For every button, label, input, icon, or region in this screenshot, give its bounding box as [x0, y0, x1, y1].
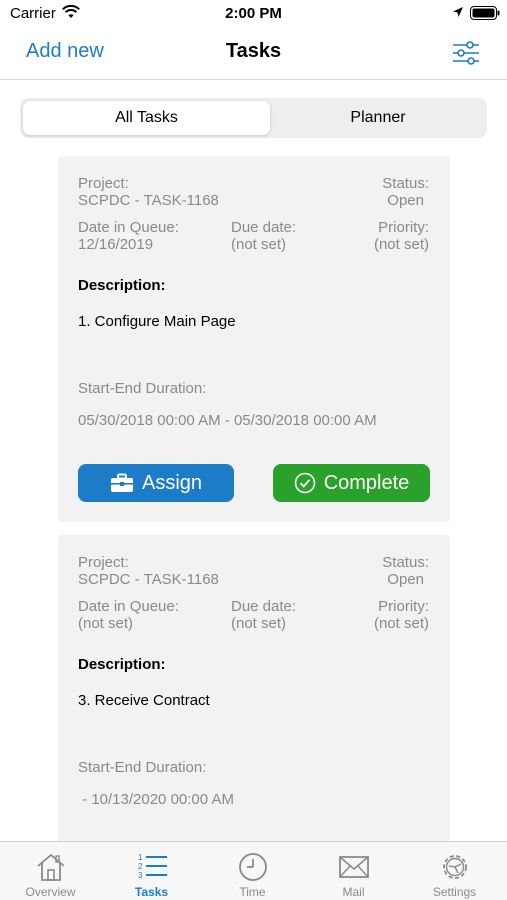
status-bar: Carrier 2:00 PM	[0, 0, 507, 28]
description-heading: Description:	[78, 656, 166, 673]
tab-tasks[interactable]: 1 2 3 Tasks	[101, 842, 202, 900]
svg-text:3: 3	[138, 871, 143, 880]
assign-button[interactable]: Assign	[78, 464, 234, 502]
task-card: Project: SCPDC - TASK-1168 Status: Open …	[58, 535, 450, 855]
project-label: Project:	[78, 554, 129, 571]
priority-value: (not set)	[373, 615, 429, 632]
svg-text:1: 1	[138, 853, 143, 862]
status-value: Open	[387, 571, 424, 588]
project-value: SCPDC - TASK-1168	[78, 192, 219, 209]
envelope-icon	[339, 856, 369, 878]
battery-icon	[470, 6, 500, 20]
status-time: 2:00 PM	[225, 5, 282, 22]
navigation-bar: Add new Tasks	[0, 28, 507, 80]
due-date-value: (not set)	[231, 236, 287, 253]
gear-icon	[443, 855, 467, 879]
tab-overview[interactable]: Overview	[0, 842, 101, 900]
status-label: Status:	[382, 554, 429, 571]
status-label: Status:	[382, 175, 429, 192]
assign-label: Assign	[141, 471, 203, 494]
list-icon: 1 2 3	[138, 853, 167, 880]
tab-label: Settings	[432, 885, 477, 899]
due-date-value: (not set)	[231, 615, 287, 632]
priority-value: (not set)	[373, 236, 429, 253]
tab-label: Overview	[25, 885, 76, 899]
priority-label: Priority:	[378, 219, 429, 236]
duration-label: Start-End Duration:	[78, 380, 207, 397]
svg-text:2: 2	[138, 862, 143, 871]
date-in-queue-value: (not set)	[78, 615, 134, 632]
date-in-queue-value: 12/16/2019	[78, 236, 154, 253]
briefcase-icon	[110, 473, 133, 492]
due-date-label: Due date:	[231, 598, 297, 615]
project-label: Project:	[78, 175, 129, 192]
tab-label: Time	[239, 885, 266, 899]
status-value: Open	[387, 192, 424, 209]
date-in-queue-label: Date in Queue:	[78, 219, 179, 236]
complete-button[interactable]: Complete	[273, 464, 430, 502]
filter-sliders-icon[interactable]	[452, 40, 480, 66]
priority-label: Priority:	[378, 598, 429, 615]
tab-bar: Overview 1 2 3 Tasks Time Mail Settings	[0, 841, 507, 900]
date-in-queue-label: Date in Queue:	[78, 598, 179, 615]
tab-time[interactable]: Time	[202, 842, 303, 900]
description-text: 3. Receive Contract	[78, 692, 210, 709]
task-card: Project: SCPDC - TASK-1168 Status: Open …	[58, 156, 450, 522]
duration-label: Start-End Duration:	[78, 759, 207, 776]
segment-all-tasks[interactable]: All Tasks	[23, 101, 270, 135]
description-text: 1. Configure Main Page	[78, 313, 236, 330]
tab-mail[interactable]: Mail	[303, 842, 404, 900]
location-arrow-icon	[453, 7, 463, 17]
clock-icon	[239, 853, 267, 881]
page-title: Tasks	[225, 40, 282, 62]
check-circle-icon	[294, 472, 315, 494]
segment-planner[interactable]: Planner	[272, 101, 484, 135]
due-date-label: Due date:	[231, 219, 297, 236]
tab-label: Tasks	[134, 885, 169, 899]
duration-value: - 10/13/2020 00:00 AM	[78, 791, 234, 808]
duration-value: 05/30/2018 00:00 AM - 05/30/2018 00:00 A…	[78, 412, 377, 429]
house-icon	[37, 853, 65, 881]
project-value: SCPDC - TASK-1168	[78, 571, 219, 588]
complete-label: Complete	[323, 471, 410, 494]
description-heading: Description:	[78, 277, 166, 294]
segmented-control: All Tasks Planner	[20, 98, 487, 138]
tab-label: Mail	[342, 885, 365, 899]
tab-settings[interactable]: Settings	[404, 842, 505, 900]
